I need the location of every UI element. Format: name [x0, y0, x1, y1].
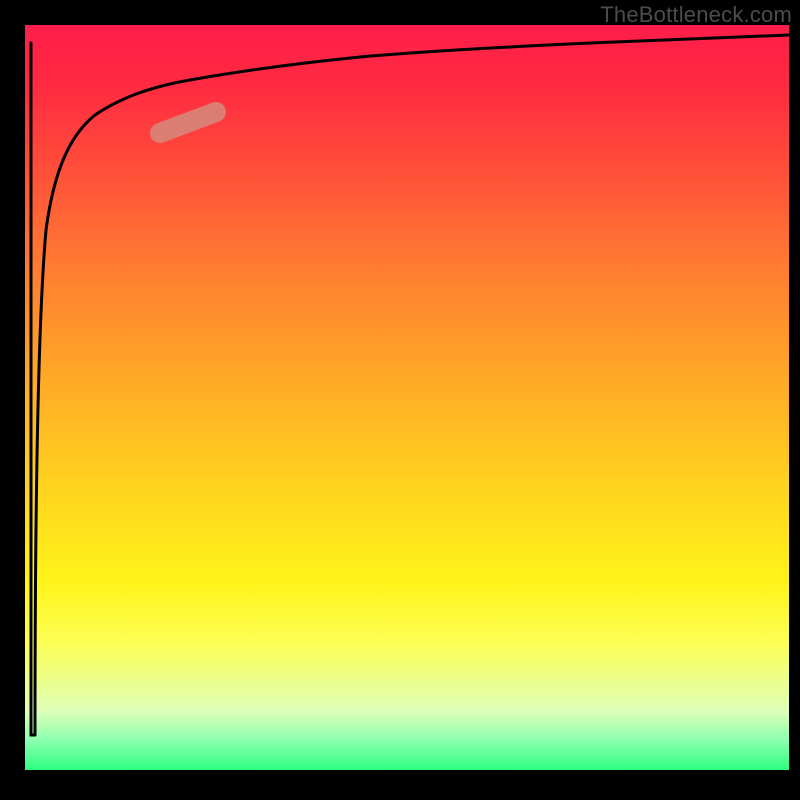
- chart-frame: TheBottleneck.com: [0, 0, 800, 800]
- attribution-label: TheBottleneck.com: [600, 2, 792, 28]
- plot-background-gradient: [25, 25, 789, 770]
